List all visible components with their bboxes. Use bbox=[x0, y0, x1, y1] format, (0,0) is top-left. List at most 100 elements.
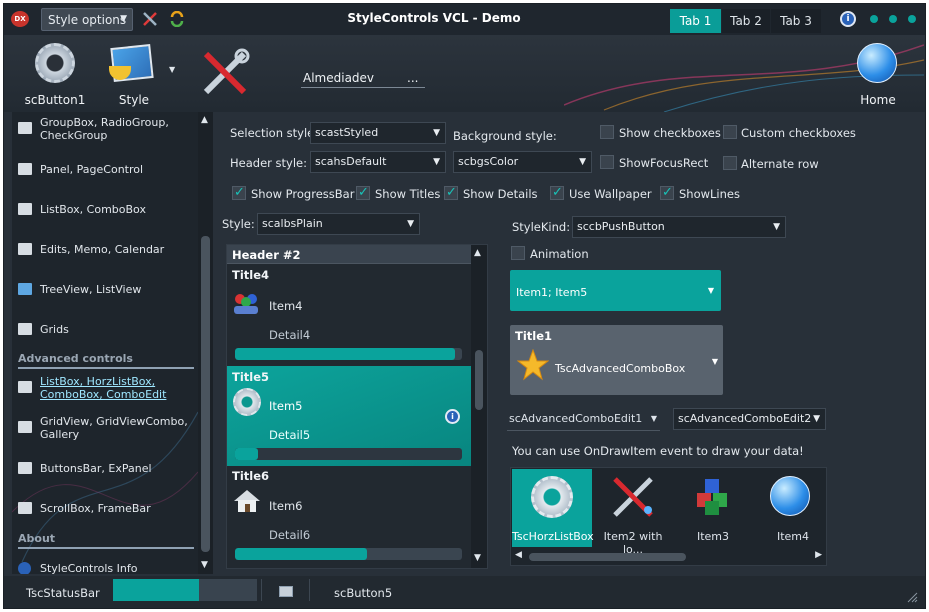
advanced-listbox[interactable]: Header #2 Title4 Item4 Detail4 Title5 It… bbox=[226, 244, 488, 569]
stylekind-value: sccbPushButton bbox=[577, 220, 665, 233]
sidebar-item-label: TreeView, ListView bbox=[40, 283, 142, 296]
listbox-scrollbar[interactable]: ▲ ▼ bbox=[471, 245, 487, 568]
advanced-combobox[interactable]: Title1 TscAdvancedComboBox ▼ bbox=[510, 325, 723, 395]
sidebar-item-groupbox[interactable]: GroupBox, RadioGroup, CheckGroup bbox=[18, 116, 194, 142]
tools-icon[interactable] bbox=[142, 11, 158, 27]
chevron-down-icon: ▼ bbox=[433, 128, 440, 138]
chevron-down-icon: ▼ bbox=[433, 157, 440, 167]
tab-2[interactable]: Tab 2 bbox=[722, 9, 770, 33]
style-combo[interactable]: scalbsPlain ▼ bbox=[257, 213, 420, 235]
scroll-down-icon[interactable]: ▼ bbox=[201, 560, 208, 570]
style-options-button[interactable]: Style options ▼ bbox=[41, 8, 133, 31]
animation-checkbox[interactable] bbox=[511, 246, 525, 260]
chevron-down-icon: ▼ bbox=[169, 65, 176, 74]
horz-scrollbar[interactable]: ◀ ▶ bbox=[512, 550, 825, 564]
list-item[interactable]: Title4 Item4 Detail4 bbox=[227, 264, 471, 364]
style-button[interactable]: ▼ Style bbox=[107, 40, 179, 108]
sidebar-item-treeview[interactable]: TreeView, ListView bbox=[18, 283, 194, 297]
scroll-down-icon[interactable]: ▼ bbox=[474, 553, 481, 563]
section-advanced-controls: Advanced controls bbox=[18, 352, 194, 369]
use-wallpaper-checkbox[interactable] bbox=[550, 185, 564, 200]
ribbon-edit[interactable]: Almediadev ... bbox=[301, 70, 425, 88]
scroll-up-icon[interactable]: ▲ bbox=[201, 115, 208, 125]
app-window: DX Style options ▼ StyleControls VCL - D… bbox=[3, 3, 926, 609]
comboedit-2[interactable]: scAdvancedComboEdit2 ▼ bbox=[673, 408, 826, 430]
cubes-icon bbox=[693, 477, 733, 517]
sidebar-item-info[interactable]: StyleControls Info bbox=[18, 562, 194, 574]
alternate-row-checkbox[interactable] bbox=[723, 156, 737, 170]
show-details-checkbox[interactable] bbox=[444, 185, 458, 200]
horz-listbox[interactable]: TscHorzListBox Item2 with lo... Item3 It… bbox=[510, 467, 827, 566]
home-button[interactable]: Home bbox=[850, 40, 906, 108]
list-item-label: Item6 bbox=[269, 499, 303, 513]
comboedit-1[interactable]: scAdvancedComboEdit1 ▼ bbox=[507, 409, 660, 431]
show-details-label: Show Details bbox=[463, 187, 538, 201]
scroll-left-icon[interactable]: ◀ bbox=[515, 550, 522, 560]
sidebar-item-label: ButtonsBar, ExPanel bbox=[40, 462, 152, 475]
grid-icon[interactable] bbox=[279, 586, 293, 597]
show-lines-checkbox[interactable] bbox=[660, 185, 674, 200]
horz-list-item-label: TscHorzListBox bbox=[512, 530, 594, 543]
list-item-selected[interactable]: Title5 Item5 i Detail5 bbox=[227, 366, 471, 466]
refresh-icon[interactable] bbox=[169, 10, 185, 28]
scroll-up-icon[interactable]: ▲ bbox=[474, 248, 481, 258]
close-button[interactable] bbox=[908, 15, 916, 23]
horz-list-item[interactable]: Item3 bbox=[673, 469, 753, 547]
list-item-label: Item4 bbox=[269, 299, 303, 313]
sidebar-item-edits[interactable]: Edits, Memo, Calendar bbox=[18, 243, 194, 257]
info-icon[interactable]: i bbox=[445, 409, 460, 424]
show-progressbar-checkbox[interactable] bbox=[232, 185, 246, 200]
scroll-right-icon[interactable]: ▶ bbox=[815, 550, 822, 560]
show-focus-rect-checkbox[interactable] bbox=[600, 155, 614, 169]
gear-icon bbox=[35, 43, 75, 83]
scbutton1[interactable]: scButton1 bbox=[22, 40, 88, 108]
header-style-combo[interactable]: scahsDefault ▼ bbox=[310, 151, 446, 173]
globe-icon bbox=[857, 43, 897, 83]
sidebar-item-listbox-adv[interactable]: ListBox, HorzListBox, ComboBox, ComboEdi… bbox=[18, 375, 194, 401]
scbutton5[interactable]: scButton5 bbox=[334, 586, 392, 600]
custom-checkboxes-checkbox[interactable] bbox=[723, 125, 737, 139]
maximize-button[interactable] bbox=[889, 15, 897, 23]
sidebar-item-listbox[interactable]: ListBox, ComboBox bbox=[18, 203, 194, 217]
show-progressbar-label: Show ProgressBar bbox=[251, 187, 355, 201]
background-style-combo[interactable]: scbgsColor ▼ bbox=[453, 151, 592, 173]
chevron-down-icon: ▼ bbox=[650, 414, 657, 423]
sidebar-item-gridview[interactable]: GridView, GridViewCombo, Gallery bbox=[18, 415, 194, 441]
resize-grip-icon[interactable] bbox=[906, 591, 918, 603]
show-titles-checkbox[interactable] bbox=[356, 185, 370, 200]
home-label: Home bbox=[860, 93, 896, 107]
list-item-progress bbox=[235, 548, 462, 560]
sidebar-item-grids[interactable]: Grids bbox=[18, 323, 194, 337]
sidebar-item-label: ScrollBox, FrameBar bbox=[40, 502, 151, 515]
horz-list-item[interactable]: Item2 with lo... bbox=[593, 469, 673, 556]
tools-large-icon[interactable] bbox=[200, 48, 250, 98]
selection-style-combo[interactable]: scastStyled ▼ bbox=[310, 122, 446, 144]
minimize-button[interactable] bbox=[870, 15, 878, 23]
header-style-value: scahsDefault bbox=[315, 155, 387, 168]
background-style-value: scbgsColor bbox=[458, 155, 519, 168]
animation-label: Animation bbox=[530, 247, 589, 261]
sidebar-item-buttonsbar[interactable]: ButtonsBar, ExPanel bbox=[18, 462, 194, 476]
combo-push-button[interactable]: Item1; Item5 ▼ bbox=[510, 270, 721, 311]
list-item[interactable]: Title6 Item6 Detail6 bbox=[227, 466, 471, 566]
list-item-detail: Detail5 bbox=[269, 428, 311, 442]
sidebar-item-label: GridView, GridViewCombo, Gallery bbox=[40, 415, 188, 441]
horz-list-item[interactable]: Item4 bbox=[753, 469, 826, 547]
sidebar-item-scrollbox[interactable]: ScrollBox, FrameBar bbox=[18, 502, 194, 516]
sidebar-item-panel[interactable]: Panel, PageControl bbox=[18, 163, 194, 177]
info-icon[interactable]: i bbox=[840, 11, 856, 27]
star-icon bbox=[516, 348, 550, 381]
stylekind-combo[interactable]: sccbPushButton ▼ bbox=[572, 216, 786, 238]
style-options-label: Style options bbox=[48, 13, 127, 27]
show-checkboxes-checkbox[interactable] bbox=[600, 125, 614, 139]
sidebar-scrollbar[interactable]: ▲ ▼ bbox=[198, 112, 213, 574]
tab-1[interactable]: Tab 1 bbox=[670, 9, 721, 33]
sidebar-item-label: Edits, Memo, Calendar bbox=[40, 243, 165, 256]
tab-3[interactable]: Tab 3 bbox=[771, 9, 821, 33]
scroll-thumb[interactable] bbox=[201, 236, 210, 552]
selection-style-label: Selection style: bbox=[230, 126, 319, 140]
horz-list-item-selected[interactable]: TscHorzListBox bbox=[512, 469, 594, 547]
ribbon-edit-dots[interactable]: ... bbox=[407, 71, 418, 85]
scroll-thumb[interactable] bbox=[529, 553, 686, 561]
scroll-thumb[interactable] bbox=[475, 350, 483, 410]
